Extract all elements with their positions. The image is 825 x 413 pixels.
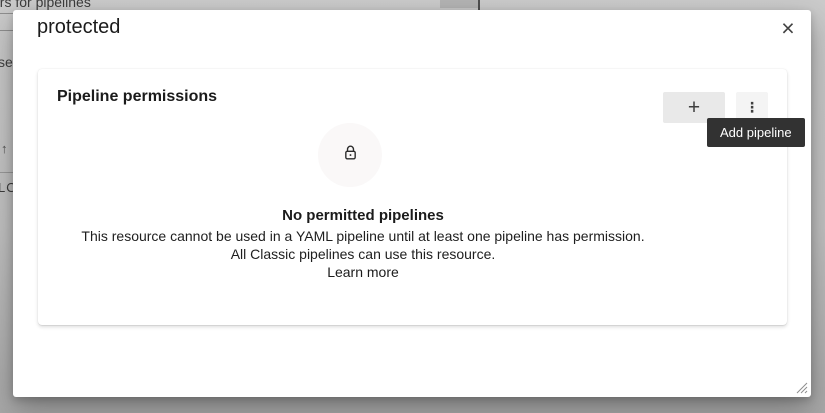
close-button[interactable]: × xyxy=(772,12,804,44)
kebab-menu-icon: ⋮ xyxy=(745,101,759,115)
background-vertical-divider xyxy=(478,0,480,10)
zero-data-title: No permitted pipelines xyxy=(38,205,688,226)
panel-heading: Pipeline permissions xyxy=(57,88,217,106)
resize-grip-icon[interactable] xyxy=(794,380,808,394)
add-pipeline-tooltip: Add pipeline xyxy=(707,118,805,147)
pipeline-permissions-dialog: protected × Pipeline permissions + ⋮ xyxy=(13,10,811,397)
lock-icon xyxy=(342,144,359,166)
pipeline-permissions-panel: Pipeline permissions + ⋮ No permitted xyxy=(38,69,787,325)
background-line-fragment xyxy=(0,30,14,31)
plus-icon: + xyxy=(688,97,700,118)
background-page-text: ars for pipelines xyxy=(0,0,91,10)
zero-data-illustration xyxy=(318,123,382,187)
zero-data-description: This resource cannot be used in a YAML p… xyxy=(38,227,688,245)
background-line-fragment xyxy=(0,172,14,173)
learn-more-link[interactable]: Learn more xyxy=(327,263,399,281)
screen: ars for pipelines se ↑ LO protected × Pi… xyxy=(0,0,825,413)
background-text-fragment: ↑ xyxy=(1,141,8,156)
close-icon: × xyxy=(781,17,794,40)
zero-data-message: No permitted pipelines This resource can… xyxy=(38,205,688,282)
background-scrollbar xyxy=(440,0,478,8)
background-text-fragment: se xyxy=(0,54,13,70)
zero-data-description: All Classic pipelines can use this resou… xyxy=(38,245,688,263)
dialog-title: protected xyxy=(37,16,120,39)
